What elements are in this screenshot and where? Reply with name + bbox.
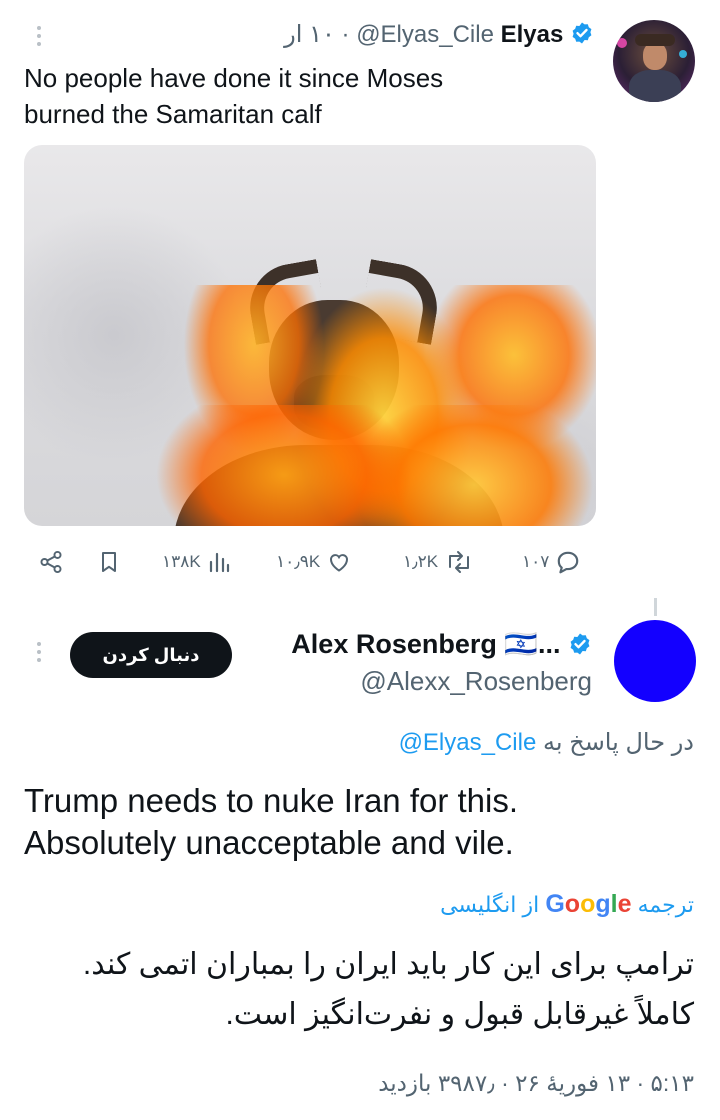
reply-button[interactable]: ۱۰۷ <box>522 548 581 576</box>
google-logo: Google <box>545 890 632 918</box>
bookmark-button[interactable] <box>97 548 121 576</box>
tweet-header: ۱۰ ار · @Elyas_Cile Elyas <box>284 20 594 49</box>
like-button[interactable]: ۱۰٫۹K <box>276 548 352 576</box>
verified-badge-icon <box>572 22 592 44</box>
tweet-time: ۱۰ ار <box>284 21 335 48</box>
thread-line <box>654 598 657 616</box>
reply-handle[interactable]: @Alexx_Rosenberg <box>360 666 592 697</box>
retweet-button[interactable]: ۱٫۲K <box>403 548 474 576</box>
verified-badge-icon <box>570 633 590 655</box>
tweet-media-image[interactable] <box>24 145 596 526</box>
like-count: ۱۰٫۹K <box>276 552 321 571</box>
replying-to: در حال پاسخ به @Elyas_Cile <box>398 729 694 756</box>
views-count: ۱۳۸K <box>162 552 201 571</box>
reply-bubble-icon <box>558 551 579 574</box>
bookmark-icon <box>102 552 116 572</box>
reply-display-name[interactable]: Alex Rosenberg 🇮🇱... <box>291 629 560 659</box>
more-options-icon[interactable] <box>36 26 42 50</box>
tweet-display-name[interactable]: Elyas <box>501 21 564 48</box>
reply-text: Trump needs to nuke Iran for this. Absol… <box>24 782 519 861</box>
reply-meta: ۵:۱۳ · ۱۳ فوریهٔ ۲۶ · ۳۹۸۷٫ بازدید <box>378 1070 694 1096</box>
retweet-count: ۱٫۲K <box>403 552 439 571</box>
share-icon <box>40 550 62 574</box>
retweet-icon <box>449 551 470 573</box>
reply-count: ۱۰۷ <box>522 552 550 571</box>
translate-link[interactable]: ترجمه Google از انگلیسی <box>440 890 694 919</box>
views-chart-icon <box>209 552 229 573</box>
reply-name-row: Alex Rosenberg 🇮🇱... <box>291 628 592 660</box>
share-button[interactable] <box>38 548 64 576</box>
more-options-icon[interactable] <box>36 642 42 666</box>
follow-button[interactable]: دنبال کردن <box>70 632 232 678</box>
avatar[interactable] <box>614 620 696 702</box>
tweet-handle[interactable]: @Elyas_Cile <box>356 21 494 48</box>
replying-to-handle[interactable]: @Elyas_Cile <box>399 729 537 756</box>
translated-text: ترامپ برای این کار باید ایران را بمباران… <box>82 948 694 1031</box>
heart-icon <box>330 554 349 572</box>
tweet-text: No people have done it since Moses burne… <box>24 63 444 129</box>
avatar[interactable] <box>613 20 695 102</box>
views-button[interactable]: ۱۳۸K <box>162 548 231 576</box>
